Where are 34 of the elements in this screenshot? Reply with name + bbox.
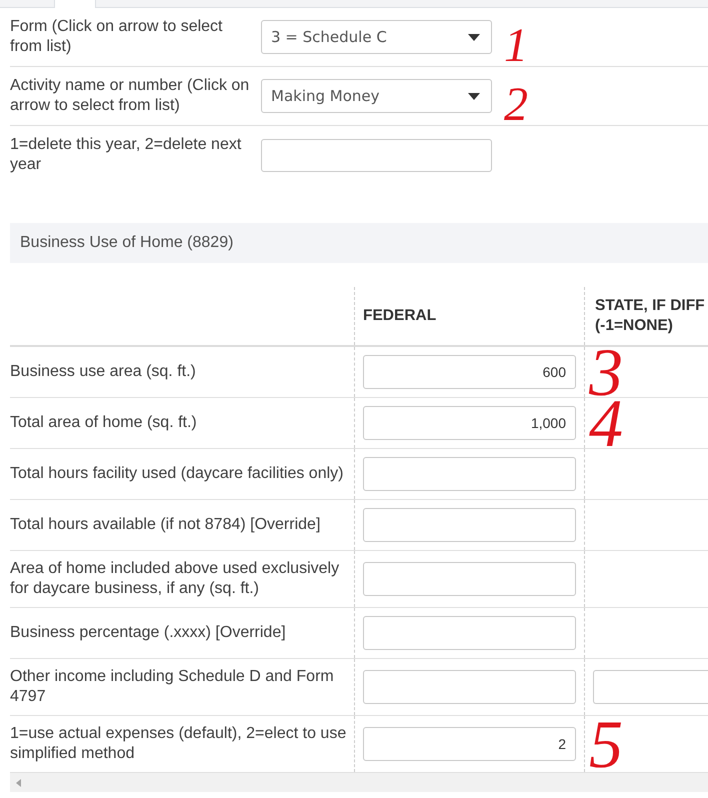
row-label: 1=use actual expenses (default), 2=elect to use simplified method <box>10 724 348 764</box>
tab[interactable] <box>54 0 96 8</box>
caret-left-icon[interactable] <box>16 778 21 786</box>
dropdown[interactable]: Making Money <box>261 79 492 113</box>
text-field[interactable] <box>363 562 576 596</box>
field-label: Form (Click on arrow to select from list) <box>10 17 224 57</box>
text-field[interactable] <box>363 616 576 650</box>
column-heading: STATE, IF DIFF (-1=NONE) <box>595 296 706 336</box>
text-field[interactable] <box>363 670 576 704</box>
text-field[interactable]: 600 <box>363 355 576 389</box>
text-field[interactable] <box>363 508 576 542</box>
text-field[interactable]: 2 <box>363 727 576 761</box>
row-label: Business use area (sq. ft.) <box>10 362 197 382</box>
caret-down-icon[interactable] <box>468 92 480 100</box>
text-field[interactable] <box>261 138 492 172</box>
row-label: Business percentage (.xxxx) [Override] <box>10 623 287 643</box>
horizontal-scrollbar[interactable] <box>10 773 708 792</box>
text-field[interactable] <box>593 670 708 704</box>
row-label: Total hours facility used (daycare facilities only) <box>10 464 344 484</box>
text-field[interactable] <box>363 457 576 491</box>
row-label: Other income including Schedule D and Form 4797 <box>10 667 335 707</box>
row-label: Total area of home (sq. ft.) <box>10 413 198 433</box>
field-label: Activity name or number (Click on arrow to select from list) <box>10 76 250 116</box>
section-header: Business Use of Home (8829) <box>10 223 708 263</box>
column-heading: FEDERAL <box>363 306 436 326</box>
handwritten-number: 1 <box>504 22 528 70</box>
row-label: Total hours available (if not 8784) [Override] <box>10 515 322 535</box>
dropdown[interactable]: 3 = Schedule C <box>261 20 492 54</box>
text-field[interactable]: 1,000 <box>363 406 576 440</box>
caret-down-icon[interactable] <box>468 34 480 40</box>
row-label: Area of home included above used exclusively for daycare business, if any (sq. ft.) <box>10 559 340 599</box>
handwritten-number: 5 <box>589 710 623 773</box>
field-label: 1=delete this year, 2=delete next year <box>10 135 242 175</box>
handwritten-number: 2 <box>504 81 528 129</box>
